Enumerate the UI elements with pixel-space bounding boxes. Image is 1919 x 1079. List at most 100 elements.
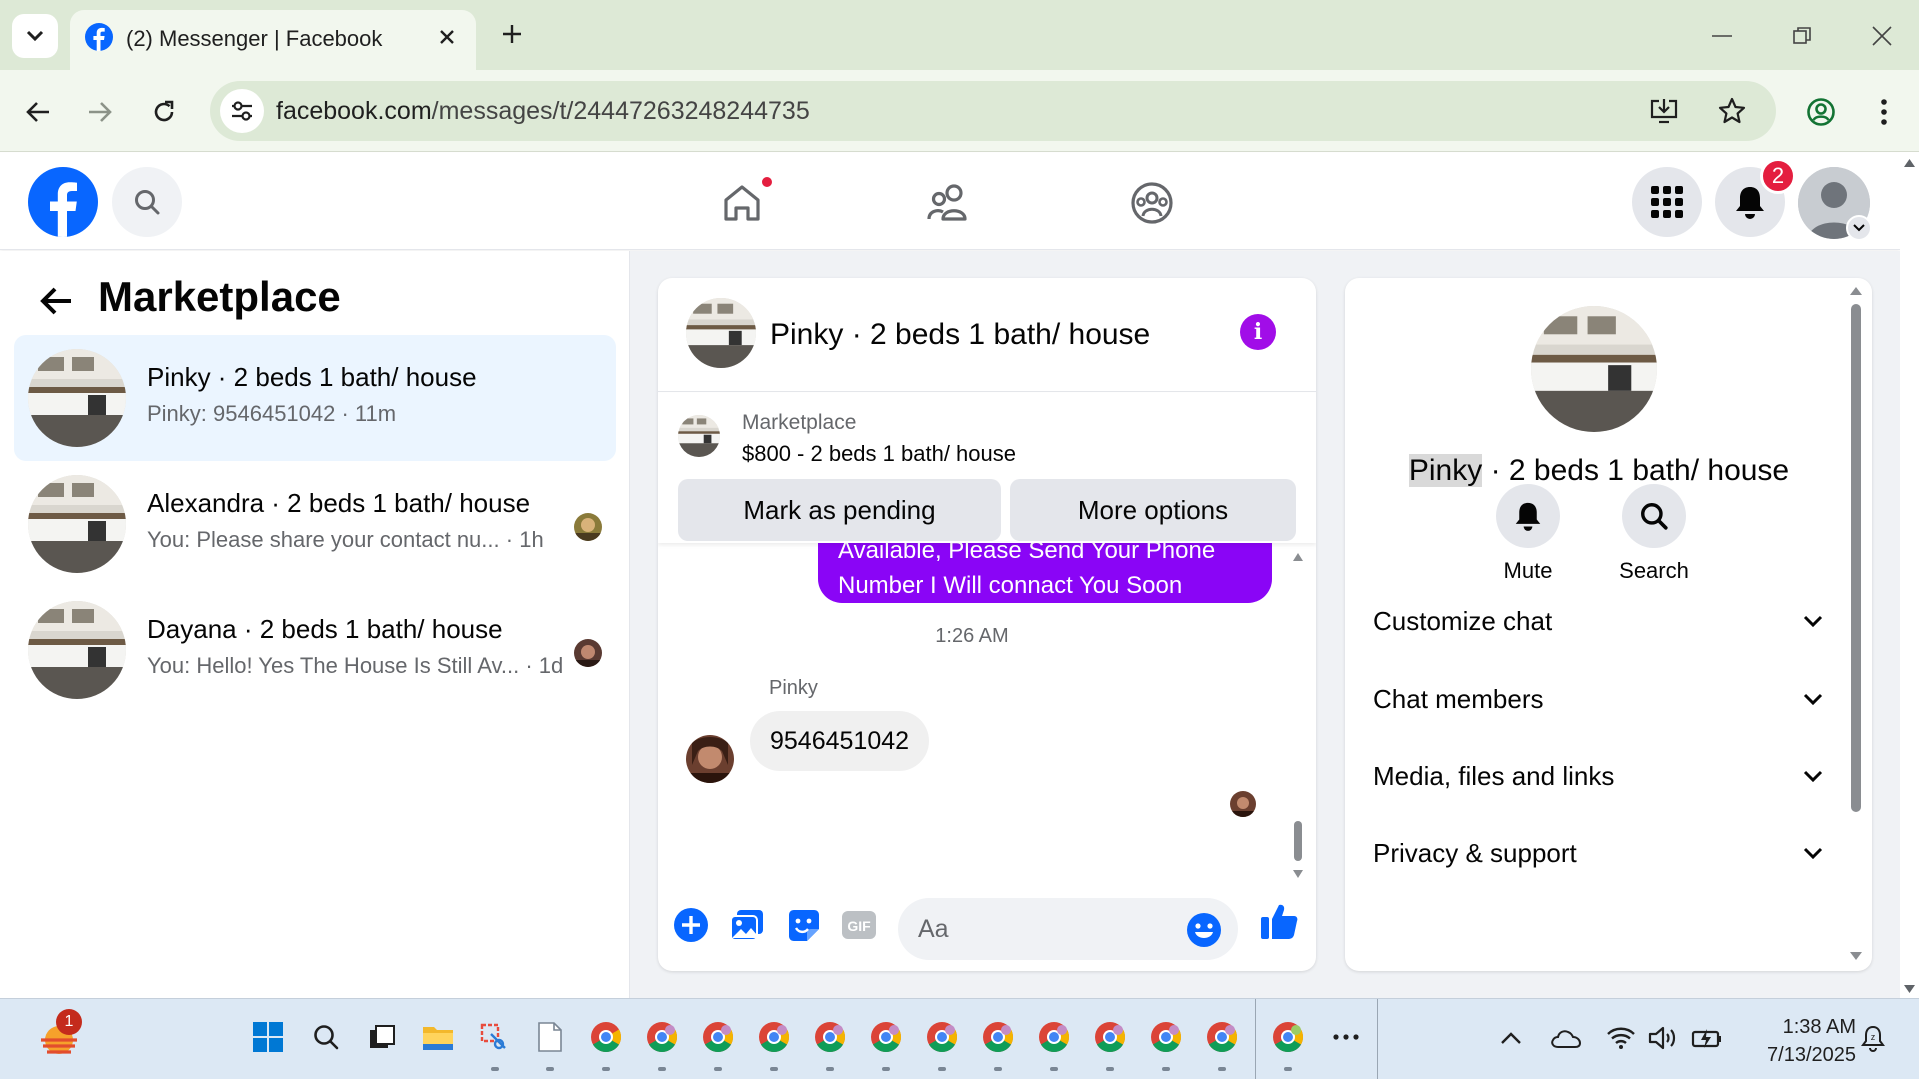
chrome-window-button[interactable] <box>754 1017 794 1057</box>
start-button[interactable] <box>248 1017 288 1057</box>
search-button[interactable] <box>1622 484 1686 548</box>
new-tab-button[interactable] <box>494 16 530 52</box>
sender-avatar[interactable] <box>686 735 734 783</box>
mute-action[interactable]: Mute <box>1488 484 1568 584</box>
close-icon <box>1872 26 1892 46</box>
profile-button[interactable] <box>1799 90 1843 134</box>
notepad-button[interactable] <box>530 1017 570 1057</box>
search-action[interactable]: Search <box>1614 484 1694 584</box>
chrome-window-button[interactable] <box>810 1017 850 1057</box>
listing-price[interactable]: $800 - 2 beds 1 bath/ house <box>742 441 1016 467</box>
back-button[interactable] <box>16 90 60 134</box>
running-indicator <box>1284 1067 1292 1071</box>
tab-close-button[interactable] <box>432 22 462 52</box>
conversation-item[interactable]: Alexandra · 2 beds 1 bath/ house You: Pl… <box>14 461 616 587</box>
section-media-files-links[interactable]: Media, files and links <box>1373 751 1823 801</box>
chrome-window-button[interactable] <box>978 1017 1018 1057</box>
menu-button[interactable] <box>1632 167 1702 237</box>
more-options-button[interactable]: More options <box>1010 479 1296 541</box>
file-explorer-button[interactable] <box>418 1017 458 1057</box>
user-avatar <box>686 735 734 783</box>
facebook-logo-icon <box>50 182 77 237</box>
gif-icon: GIF <box>842 911 876 939</box>
emoji-button[interactable] <box>1186 912 1222 948</box>
attach-photo-button[interactable] <box>726 904 768 946</box>
chrome-window-button[interactable] <box>698 1017 738 1057</box>
highlighted-name: Pinky <box>1408 454 1483 487</box>
taskbar-clock[interactable]: 1:38 AM 7/13/2025 <box>1738 1013 1856 1069</box>
more-actions-button[interactable] <box>670 904 712 946</box>
section-customize-chat[interactable]: Customize chat <box>1373 596 1823 646</box>
chrome-window-button[interactable] <box>922 1017 962 1057</box>
window-close-button[interactable] <box>1862 16 1902 56</box>
facebook-logo[interactable] <box>28 167 98 237</box>
address-bar[interactable]: facebook.com/messages/t/2444726324824473… <box>210 81 1776 141</box>
show-hidden-icons-button[interactable] <box>1494 1021 1528 1055</box>
section-privacy-support[interactable]: Privacy & support <box>1373 828 1823 878</box>
conversation-item[interactable]: Pinky · 2 beds 1 bath/ house Pinky: 9546… <box>14 335 616 461</box>
battery-button[interactable] <box>1690 1021 1724 1055</box>
mute-button[interactable] <box>1496 484 1560 548</box>
info-icon[interactable]: i <box>1240 314 1276 350</box>
account-menu-caret[interactable] <box>1846 215 1872 241</box>
conversation-item[interactable]: Dayana · 2 beds 1 bath/ house You: Hello… <box>14 587 616 713</box>
chrome-window-button[interactable] <box>1090 1017 1130 1057</box>
tab-title: (2) Messenger | Facebook <box>126 26 383 51</box>
running-indicator <box>491 1067 499 1071</box>
browser-menu-button[interactable] <box>1862 90 1906 134</box>
page-scrollbar[interactable] <box>1900 153 1919 998</box>
install-icon <box>1650 99 1678 124</box>
mark-as-pending-button[interactable]: Mark as pending <box>678 479 1001 541</box>
tab-search-button[interactable] <box>12 14 58 58</box>
chat-thumbnail[interactable] <box>686 298 756 368</box>
taskbar-search-button[interactable] <box>306 1017 346 1057</box>
seen-avatar <box>574 639 602 667</box>
outgoing-message[interactable]: Available, Please Send Your Phone Number… <box>818 543 1272 603</box>
chrome-window-button[interactable] <box>1202 1017 1242 1057</box>
task-view-button[interactable] <box>362 1017 402 1057</box>
message-scrollbar[interactable] <box>1288 543 1308 888</box>
forward-button[interactable] <box>78 90 122 134</box>
widget-badge: 1 <box>56 1009 82 1035</box>
wifi-icon <box>1607 1027 1635 1049</box>
reload-button[interactable] <box>142 90 186 134</box>
chrome-icon <box>591 1022 622 1053</box>
nav-friends[interactable] <box>918 173 978 233</box>
chrome-window-button[interactable] <box>586 1017 626 1057</box>
chrome-window-button[interactable] <box>1146 1017 1186 1057</box>
bookmark-button[interactable] <box>1710 89 1754 133</box>
browser-tab[interactable]: (2) Messenger | Facebook <box>70 10 476 70</box>
arrow-left-icon <box>26 102 49 122</box>
gif-button[interactable]: GIF <box>838 904 880 946</box>
details-scrollbar[interactable] <box>1845 278 1867 971</box>
chat-title[interactable]: Pinky · 2 beds 1 bath/ house <box>770 318 1150 352</box>
nav-groups[interactable] <box>1122 173 1182 233</box>
chrome-icon <box>1095 1022 1126 1053</box>
notification-center-button[interactable]: z <box>1856 1021 1890 1055</box>
chrome-window-button[interactable] <box>642 1017 682 1057</box>
snipping-tool-button[interactable] <box>474 1017 514 1057</box>
chrome-window-button[interactable] <box>866 1017 906 1057</box>
sticker-button[interactable] <box>782 904 824 946</box>
like-button[interactable] <box>1258 900 1300 942</box>
scrollbar <box>1293 553 1303 878</box>
minimize-button[interactable] <box>1702 16 1742 56</box>
chrome-window-button[interactable] <box>1268 1017 1308 1057</box>
onedrive-button[interactable] <box>1549 1021 1583 1055</box>
section-chat-members[interactable]: Chat members <box>1373 674 1823 724</box>
close-icon <box>440 30 454 44</box>
restore-button[interactable] <box>1782 16 1822 56</box>
wifi-button[interactable] <box>1604 1021 1638 1055</box>
incoming-message[interactable]: 9546451042 <box>750 711 930 771</box>
install-app-button[interactable] <box>1642 89 1686 133</box>
site-info-button[interactable] <box>220 89 264 133</box>
back-button[interactable] <box>36 281 76 321</box>
chrome-icon <box>759 1022 790 1053</box>
facebook-search-button[interactable] <box>112 167 182 237</box>
more-apps-button[interactable] <box>1326 1017 1366 1057</box>
details-avatar[interactable] <box>1531 306 1657 432</box>
chrome-window-button[interactable] <box>1034 1017 1074 1057</box>
volume-button[interactable] <box>1646 1021 1680 1055</box>
tune-icon <box>232 101 252 121</box>
conversation-name: Pinky · 2 beds 1 bath/ house <box>147 362 477 392</box>
